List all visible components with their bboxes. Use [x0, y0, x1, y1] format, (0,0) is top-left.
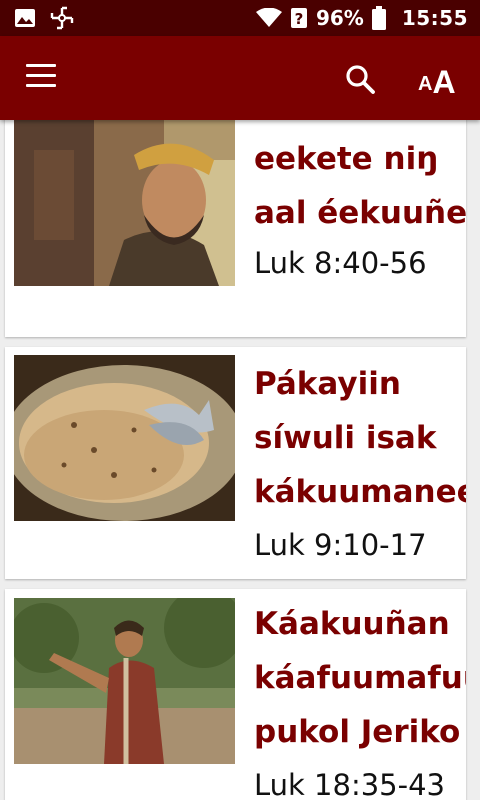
app-icon — [50, 6, 74, 30]
font-size-small-a: A — [418, 73, 433, 95]
signal-question-icon: ? — [290, 8, 307, 28]
story-image-bread-and-fish — [14, 355, 235, 521]
app-bar: A A — [0, 36, 480, 120]
status-bar: ? 96% 15:55 — [0, 0, 480, 36]
story-image-man-with-arms-raised — [14, 598, 235, 764]
story-reference: Luk 9:10-17 — [254, 528, 427, 562]
font-size-icon[interactable]: A A — [418, 58, 462, 98]
story-list[interactable]: Amáacul eekete niŋ aal éekuuñe Luk 8:40-… — [0, 120, 480, 800]
battery-icon — [371, 6, 386, 30]
story-thumbnail — [14, 120, 235, 286]
story-title: Pákayiin síwuli isak kákuumanee — [254, 366, 466, 510]
story-title: Amáacul eekete niŋ aal éekuuñe — [254, 120, 466, 231]
image-icon — [15, 9, 35, 27]
story-image-man-looking-up — [14, 120, 235, 286]
story-thumbnail — [14, 355, 235, 521]
menu-icon[interactable] — [26, 64, 58, 90]
story-card[interactable]: Amáacul eekete niŋ aal éekuuñe Luk 8:40-… — [5, 120, 466, 337]
wifi-icon — [255, 8, 282, 27]
story-card[interactable]: Pákayiin síwuli isak kákuumanee Luk 9:10… — [5, 347, 466, 579]
story-card[interactable]: Káakuuñan káafuumafuu pukol Jeriko Luk 1… — [5, 589, 466, 800]
story-title: Káakuuñan káafuumafuu pukol Jeriko — [254, 606, 466, 750]
clock: 15:55 — [401, 6, 468, 30]
story-reference: Luk 8:40-56 — [254, 246, 427, 280]
svg-text:?: ? — [295, 10, 304, 28]
story-reference: Luk 18:35-43 — [254, 768, 445, 800]
battery-percentage: 96% — [315, 6, 364, 30]
story-thumbnail — [14, 598, 235, 764]
font-size-large-a: A — [432, 64, 456, 100]
search-icon[interactable] — [344, 63, 376, 95]
